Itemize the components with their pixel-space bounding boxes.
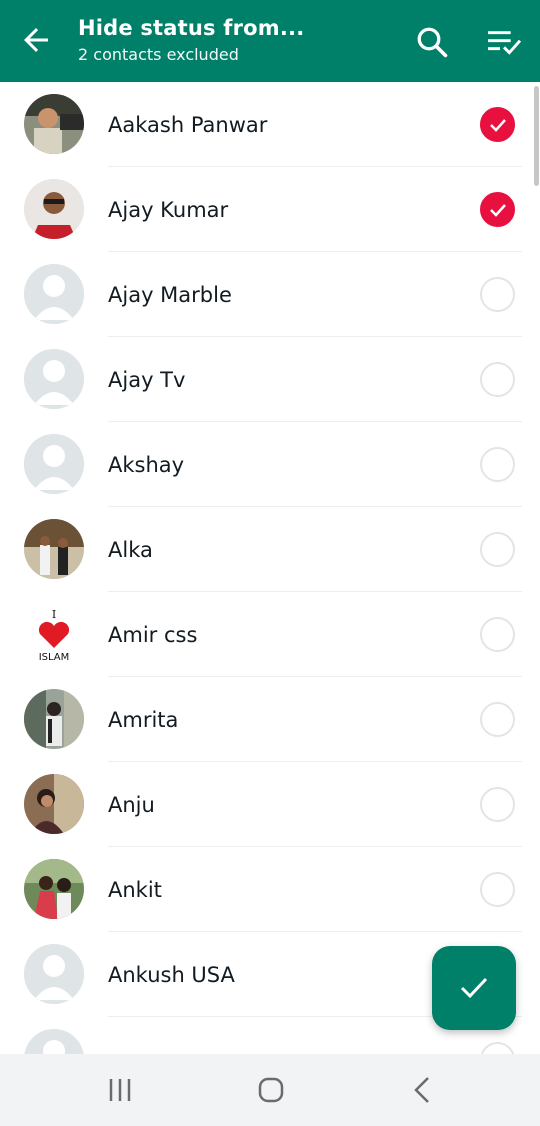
selection-checkbox[interactable] — [480, 702, 515, 737]
contact-name: Alka — [108, 538, 153, 562]
default-avatar-icon — [24, 944, 84, 1004]
system-nav-bar — [0, 1054, 540, 1126]
contact-name: Amrita — [108, 708, 179, 732]
contact-avatar — [24, 179, 84, 239]
selection-checkbox[interactable] — [480, 617, 515, 652]
contact-row[interactable]: Anju — [0, 762, 540, 847]
recent-apps-icon[interactable] — [100, 1072, 140, 1108]
contact-avatar: I ISLAM — [24, 604, 84, 664]
selection-checkbox[interactable] — [480, 192, 515, 227]
contact-row[interactable]: Ajay Kumar — [0, 167, 540, 252]
selection-checkbox[interactable] — [480, 787, 515, 822]
contact-avatar — [24, 94, 84, 154]
home-icon[interactable] — [251, 1072, 291, 1108]
check-icon — [460, 977, 488, 999]
contact-name: Ajay Kumar — [108, 198, 229, 222]
header-titles: Hide status from... 2 contacts excluded — [78, 14, 304, 66]
contact-row[interactable]: I ISLAM Amir css — [0, 592, 540, 677]
selection-checkbox[interactable] — [480, 447, 515, 482]
contact-row[interactable]: Ajay Tv — [0, 337, 540, 422]
default-avatar-icon — [24, 264, 84, 324]
page-subtitle: 2 contacts excluded — [78, 45, 239, 64]
contact-row[interactable]: Amrita — [0, 677, 540, 762]
avatar-text: ISLAM — [39, 652, 70, 663]
contact-avatar — [24, 519, 84, 579]
contact-avatar — [24, 774, 84, 834]
contact-name: Ankush USA — [108, 963, 235, 987]
contact-name: Ajay Marble — [108, 283, 232, 307]
checkmark-icon — [490, 119, 506, 132]
page-title: Hide status from... — [78, 16, 305, 40]
default-avatar-icon — [24, 349, 84, 409]
contact-name: Ajay Tv — [108, 368, 186, 392]
selection-checkbox[interactable] — [480, 1042, 515, 1054]
contact-name: Aakash Panwar — [108, 113, 268, 137]
selection-checkbox[interactable] — [480, 107, 515, 142]
default-avatar-icon — [24, 1029, 84, 1054]
contact-row[interactable]: Aakash Panwar — [0, 82, 540, 167]
contact-name: Amir css — [108, 623, 198, 647]
back-arrow-icon[interactable] — [18, 22, 54, 58]
contact-name: Ankit — [108, 878, 162, 902]
contact-row[interactable]: Akshay — [0, 422, 540, 507]
contact-row[interactable]: Alka — [0, 507, 540, 592]
contact-avatar — [24, 859, 84, 919]
default-avatar-icon — [24, 434, 84, 494]
back-nav-icon[interactable] — [402, 1072, 442, 1108]
selection-checkbox[interactable] — [480, 362, 515, 397]
contact-row[interactable]: Ankit — [0, 847, 540, 932]
search-icon[interactable] — [414, 24, 450, 60]
contact-list[interactable]: Aakash Panwar Ajay Kumar Ajay Marble Aja… — [0, 82, 540, 1054]
selection-checkbox[interactable] — [480, 277, 515, 312]
contact-name: Akshay — [108, 453, 185, 477]
selection-checkbox[interactable] — [480, 872, 515, 907]
contact-avatar — [24, 689, 84, 749]
app-bar: Hide status from... 2 contacts excluded — [0, 0, 540, 82]
avatar-letter: I — [52, 608, 56, 621]
contact-row[interactable]: Ajay Marble — [0, 252, 540, 337]
select-all-icon[interactable] — [484, 26, 524, 58]
selection-checkbox[interactable] — [480, 532, 515, 567]
confirm-button[interactable] — [432, 946, 516, 1030]
contact-name: Anju — [108, 793, 155, 817]
checkmark-icon — [490, 204, 506, 217]
scrollbar[interactable] — [534, 86, 539, 186]
